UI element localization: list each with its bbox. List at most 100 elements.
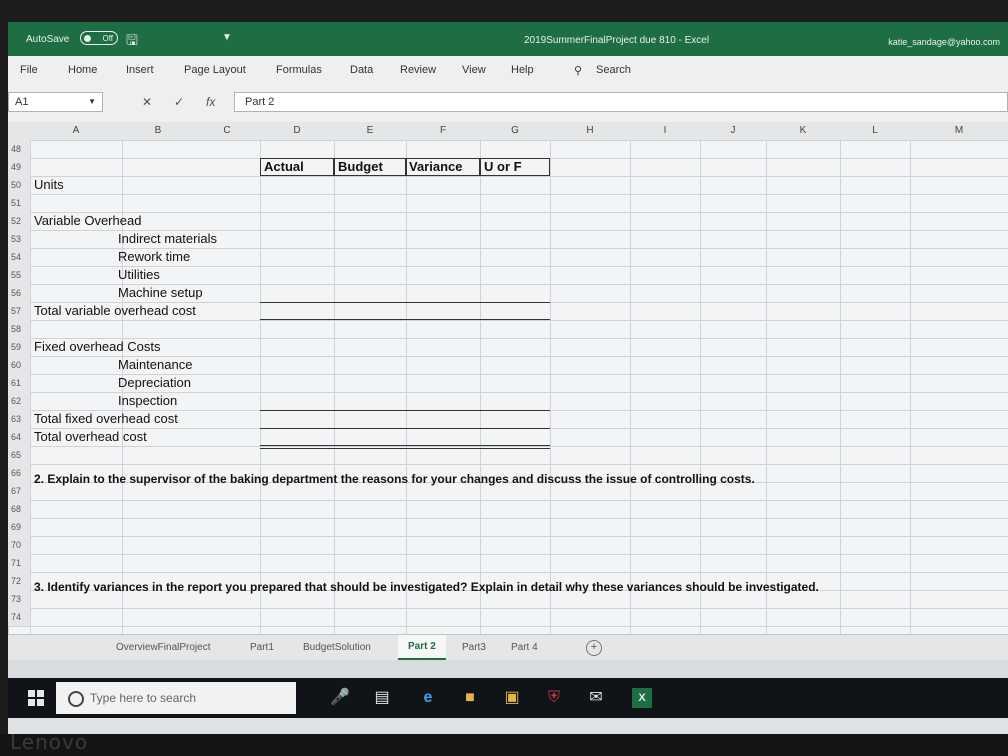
column-header[interactable]: F	[406, 125, 480, 136]
row-header[interactable]: 61	[8, 374, 30, 392]
row-header[interactable]: 64	[8, 428, 30, 446]
column-header[interactable]: L	[840, 125, 910, 136]
task-view-icon[interactable]: ▤	[372, 688, 392, 708]
column-header[interactable]: H	[550, 125, 630, 136]
sheet-tab-part4[interactable]: Part 4	[511, 642, 538, 653]
insert-function-icon[interactable]: fx	[206, 95, 215, 109]
row-header[interactable]: 68	[8, 500, 30, 518]
user-account[interactable]: katie_sandage@yahoo.com	[888, 37, 1000, 47]
total-fixed-label[interactable]: Total fixed overhead cost	[34, 410, 178, 428]
enter-icon[interactable]: ✓	[174, 95, 184, 109]
row-header[interactable]: 52	[8, 212, 30, 230]
formula-input[interactable]: Part 2	[234, 92, 1008, 112]
microphone-icon[interactable]: 🎤	[330, 688, 350, 708]
tab-review[interactable]: Review	[400, 64, 436, 76]
row-header[interactable]: 57	[8, 302, 30, 320]
row-header[interactable]: 63	[8, 410, 30, 428]
autosave-toggle[interactable]: Off	[80, 31, 118, 45]
row-header[interactable]: 73	[8, 590, 30, 608]
row-header[interactable]: 62	[8, 392, 30, 410]
maintenance-label[interactable]: Maintenance	[118, 356, 192, 374]
tab-file[interactable]: File	[20, 64, 38, 76]
gridline	[260, 140, 261, 644]
row-header[interactable]: 66	[8, 464, 30, 482]
excel-taskbar-icon[interactable]: X	[632, 688, 652, 708]
column-header[interactable]: D	[260, 125, 334, 136]
row-header[interactable]: 70	[8, 536, 30, 554]
edge-browser-icon[interactable]: e	[418, 688, 438, 708]
row-header[interactable]: 51	[8, 194, 30, 212]
add-sheet-icon[interactable]: +	[586, 640, 602, 656]
row-header[interactable]: 56	[8, 284, 30, 302]
sheet-tab-budget-solution[interactable]: BudgetSolution	[303, 642, 371, 653]
units-label[interactable]: Units	[34, 176, 64, 194]
column-header[interactable]: K	[766, 125, 840, 136]
rework-time-label[interactable]: Rework time	[118, 248, 190, 266]
inspection-label[interactable]: Inspection	[118, 392, 177, 410]
row-header[interactable]: 65	[8, 446, 30, 464]
taskbar-search-input[interactable]: Type here to search	[56, 682, 296, 714]
tab-page-layout[interactable]: Page Layout	[184, 64, 246, 76]
column-header[interactable]: J	[700, 125, 766, 136]
row-header[interactable]: 58	[8, 320, 30, 338]
row-header[interactable]: 50	[8, 176, 30, 194]
row-header[interactable]: 60	[8, 356, 30, 374]
depreciation-label[interactable]: Depreciation	[118, 374, 191, 392]
row-header[interactable]: 59	[8, 338, 30, 356]
column-header[interactable]: C	[194, 125, 260, 136]
column-header[interactable]: B	[122, 125, 194, 136]
fixed-overhead-label[interactable]: Fixed overhead Costs	[34, 338, 160, 356]
row-header[interactable]: 69	[8, 518, 30, 536]
tab-view[interactable]: View	[462, 64, 486, 76]
indirect-materials-label[interactable]: Indirect materials	[118, 230, 217, 248]
tab-data[interactable]: Data	[350, 64, 373, 76]
total-overhead-label[interactable]: Total overhead cost	[34, 428, 147, 446]
chevron-down-icon[interactable]: ▼	[88, 93, 96, 111]
windows-start-icon[interactable]	[28, 690, 44, 706]
row-header[interactable]: 71	[8, 554, 30, 572]
column-header[interactable]: G	[480, 125, 550, 136]
save-icon[interactable]: 🖫	[126, 30, 138, 54]
sheet-tab-part1[interactable]: Part1	[250, 642, 274, 653]
row-header[interactable]: 54	[8, 248, 30, 266]
tab-insert[interactable]: Insert	[126, 64, 154, 76]
mail-icon[interactable]: ✉	[586, 688, 606, 708]
column-header[interactable]: A	[30, 125, 122, 136]
row-header[interactable]: 67	[8, 482, 30, 500]
gridline	[630, 140, 631, 644]
file-explorer-icon[interactable]: ■	[460, 688, 480, 708]
question-3[interactable]: 3. Identify variances in the report you …	[34, 580, 819, 594]
total-variable-label[interactable]: Total variable overhead cost	[34, 302, 196, 320]
header-variance[interactable]: Variance	[409, 158, 463, 176]
sheet-tab-part2[interactable]: Part 2	[398, 635, 446, 660]
row-header[interactable]: 48	[8, 140, 30, 158]
row-header[interactable]: 74	[8, 608, 30, 626]
variable-overhead-label[interactable]: Variable Overhead	[34, 212, 141, 230]
row-header[interactable]: 72	[8, 572, 30, 590]
column-header[interactable]: M	[910, 125, 1008, 136]
header-actual[interactable]: Actual	[264, 158, 304, 176]
header-u-or-f[interactable]: U or F	[484, 158, 522, 176]
column-header[interactable]: E	[334, 125, 406, 136]
sheet-tab-overview[interactable]: OverviewFinalProject	[116, 642, 210, 653]
security-shield-icon[interactable]: ⛨	[544, 688, 564, 708]
windows-taskbar: Type here to search 🎤 ▤ e ■ ▣ ⛨ ✉ X	[8, 678, 1008, 718]
utilities-label[interactable]: Utilities	[118, 266, 160, 284]
column-header[interactable]: I	[630, 125, 700, 136]
name-box[interactable]: A1 ▼	[8, 92, 103, 112]
tab-home[interactable]: Home	[68, 64, 97, 76]
search-icon[interactable]: ⚲	[574, 64, 582, 77]
sheet-tab-part3[interactable]: Part3	[462, 642, 486, 653]
row-header[interactable]: 55	[8, 266, 30, 284]
cancel-icon[interactable]: ✕	[142, 95, 152, 109]
store-icon[interactable]: ▣	[502, 688, 522, 708]
machine-setup-label[interactable]: Machine setup	[118, 284, 203, 302]
row-header[interactable]: 49	[8, 158, 30, 176]
tell-me-search[interactable]: Search	[596, 64, 631, 76]
customize-qat-icon[interactable]: ▼	[222, 32, 232, 43]
header-budget[interactable]: Budget	[338, 158, 383, 176]
question-2[interactable]: 2. Explain to the supervisor of the baki…	[34, 472, 755, 486]
tab-formulas[interactable]: Formulas	[276, 64, 322, 76]
tab-help[interactable]: Help	[511, 64, 534, 76]
row-header[interactable]: 53	[8, 230, 30, 248]
